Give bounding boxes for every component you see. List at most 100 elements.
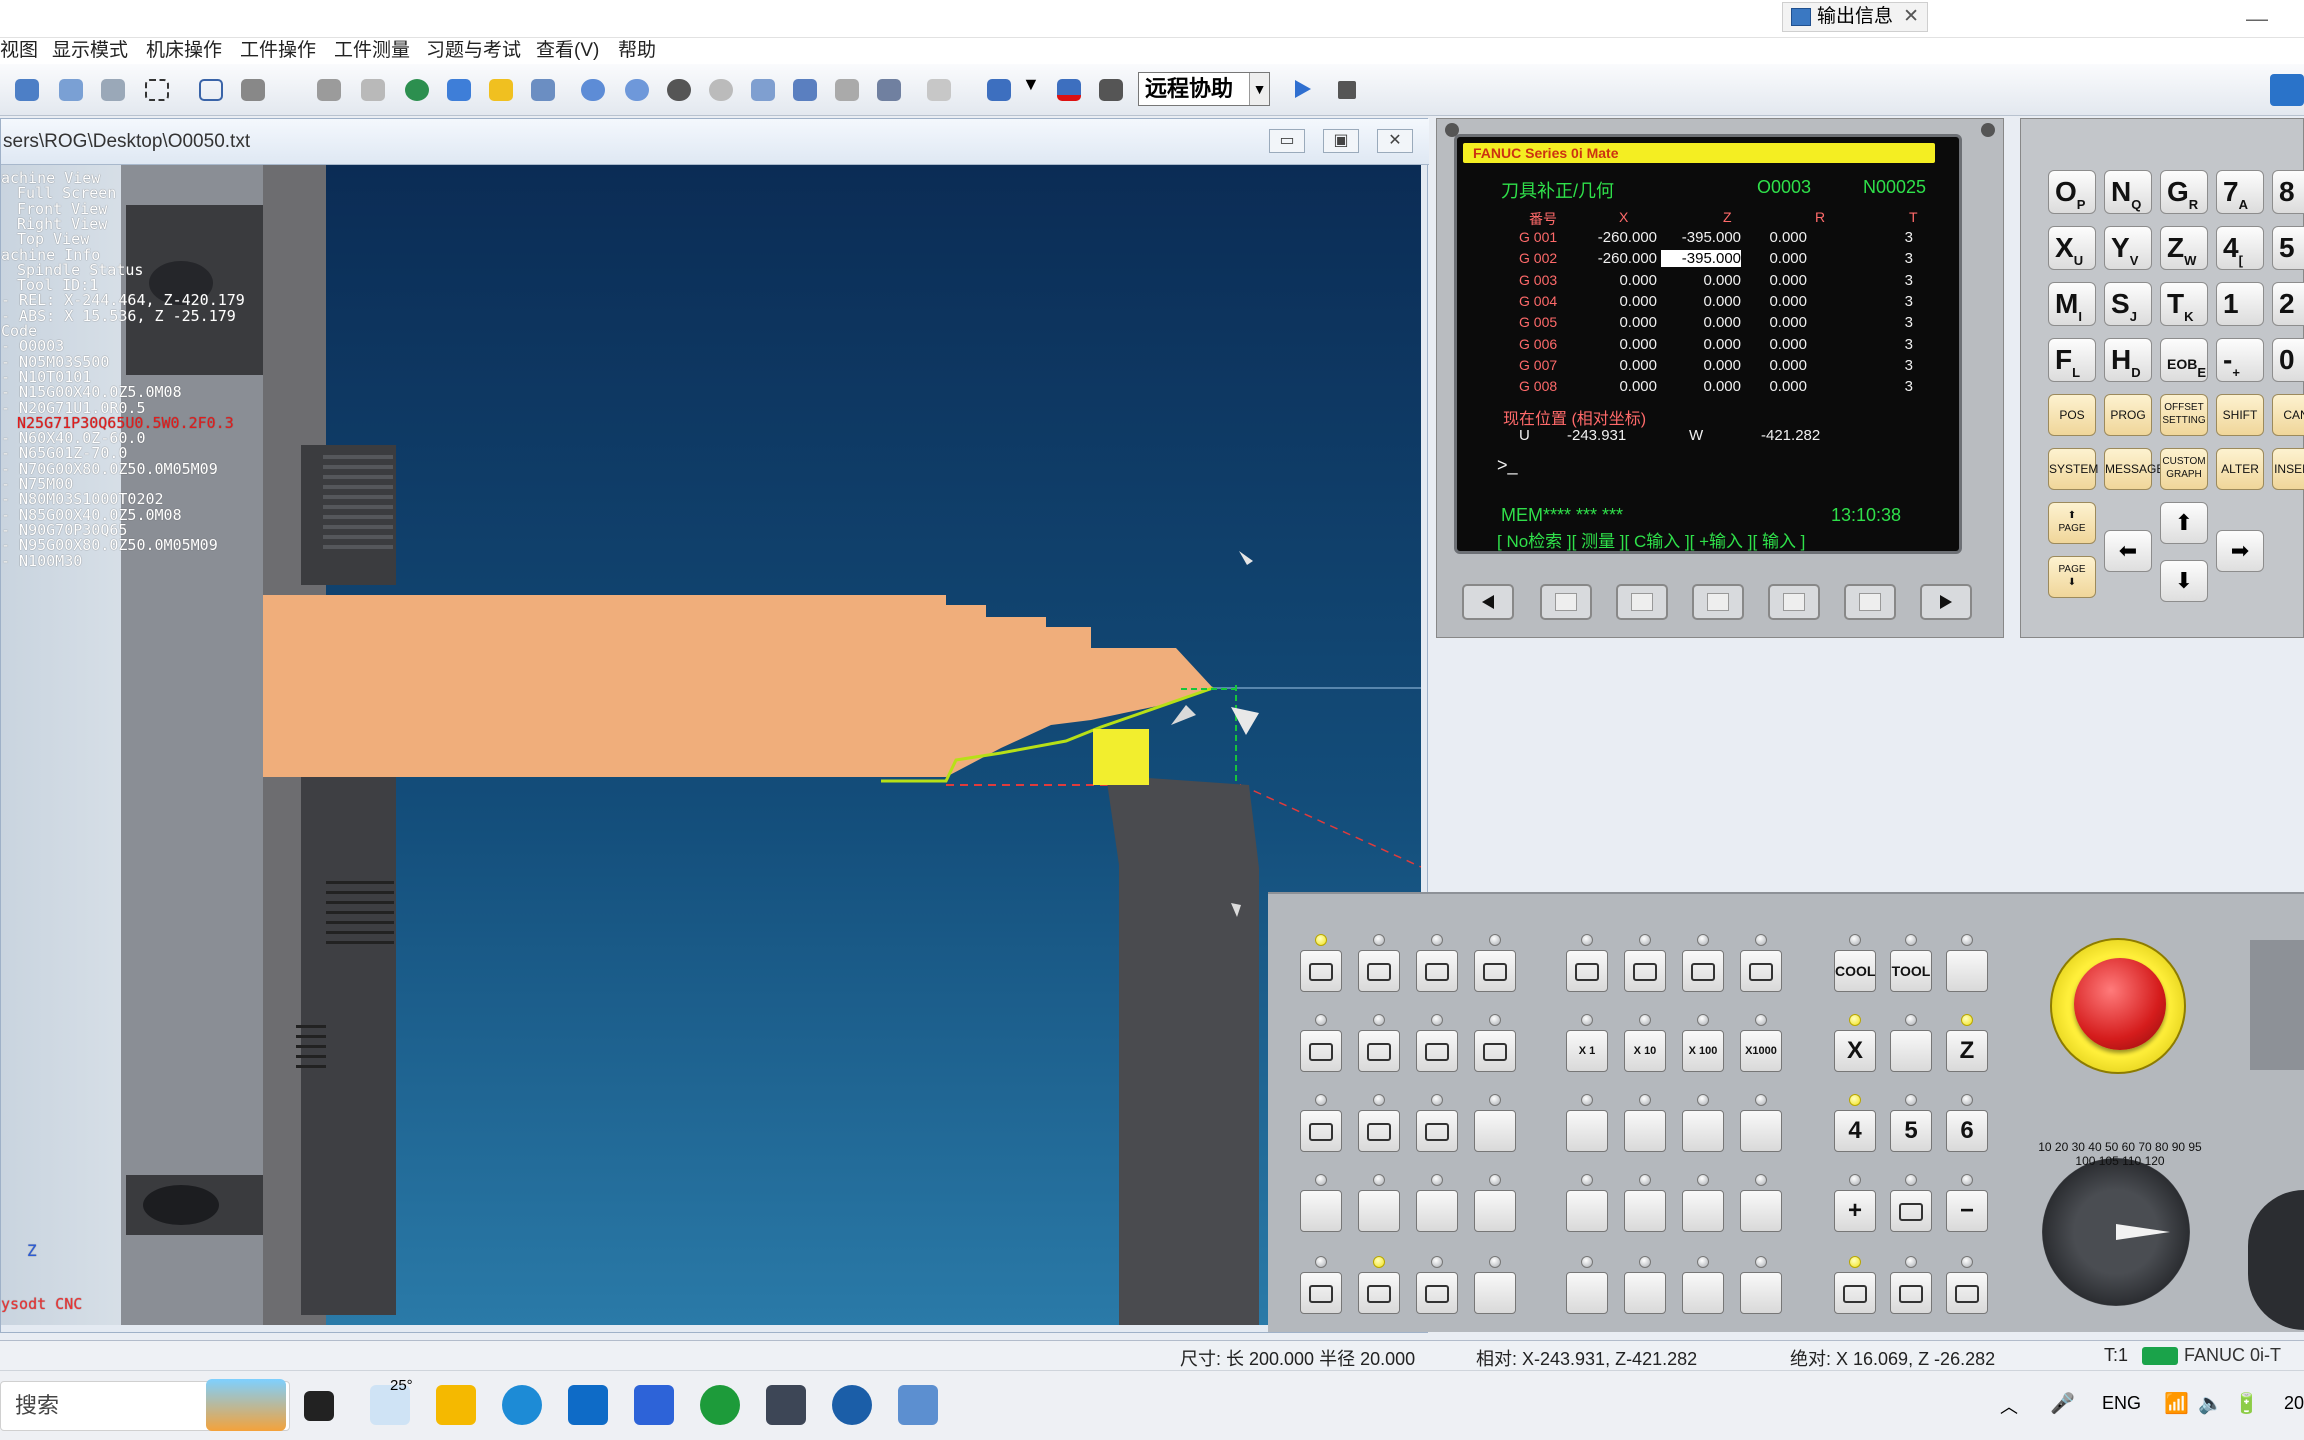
offset-cell[interactable]: -260.000 xyxy=(1577,250,1657,267)
softkey-left[interactable] xyxy=(1462,584,1514,620)
key-y[interactable]: YV xyxy=(2104,226,2152,270)
spray-icon[interactable] xyxy=(526,74,560,106)
key--[interactable]: -+ xyxy=(2216,338,2264,382)
cursor-right-key[interactable]: ➡ xyxy=(2216,530,2264,572)
mode-icon-button[interactable] xyxy=(1834,1272,1876,1314)
menu-view-v[interactable]: 查看(V) xyxy=(536,38,599,64)
axis-x-button[interactable]: X xyxy=(1834,1030,1876,1072)
offset-cell[interactable]: 0.000 xyxy=(1727,272,1807,289)
offset-cell[interactable]: 3 xyxy=(1833,250,1913,267)
menu-exercise[interactable]: 习题与考试 xyxy=(426,38,521,64)
key-1[interactable]: 1 xyxy=(2216,282,2264,326)
softkey-3[interactable] xyxy=(1692,584,1744,620)
xbox-icon[interactable] xyxy=(700,1385,740,1425)
fkey-insert[interactable]: INSERT xyxy=(2272,448,2304,490)
mode-icon-button[interactable] xyxy=(1416,1030,1458,1072)
wifi-icon[interactable]: 📶 xyxy=(2164,1391,2189,1416)
spiral-icon[interactable] xyxy=(400,74,434,106)
cursor-up-key[interactable]: ⬆ xyxy=(2160,502,2208,544)
offset-cell[interactable]: 3 xyxy=(1833,314,1913,331)
key-4[interactable]: 4[ xyxy=(2216,226,2264,270)
menu-view[interactable]: 视图 xyxy=(0,38,38,64)
blank-button[interactable] xyxy=(1682,1272,1724,1314)
broadcast-icon[interactable] xyxy=(982,74,1016,106)
record-icon[interactable] xyxy=(1052,74,1086,106)
offset-cell[interactable]: 0.000 xyxy=(1577,272,1657,289)
volume-icon[interactable]: 🔈 xyxy=(2198,1391,2223,1416)
blank-button[interactable] xyxy=(1566,1272,1608,1314)
blank-button[interactable] xyxy=(1416,1190,1458,1232)
mode-icon-button[interactable] xyxy=(1474,950,1516,992)
softkey-1[interactable] xyxy=(1540,584,1592,620)
mode-icon-button[interactable] xyxy=(1740,950,1782,992)
key-0[interactable]: 0 xyxy=(2272,338,2304,382)
pan-hand-icon[interactable] xyxy=(54,74,88,106)
app-corner-icon[interactable] xyxy=(2270,74,2304,106)
blank-button[interactable] xyxy=(1624,1110,1666,1152)
fkey-shift[interactable]: SHIFT xyxy=(2216,394,2264,436)
offset-cell[interactable]: 3 xyxy=(1833,357,1913,374)
menu-workpiece-ops[interactable]: 工件操作 xyxy=(240,38,316,64)
feed-override-dial[interactable] xyxy=(2042,1158,2190,1306)
file-explorer-icon[interactable] xyxy=(436,1385,476,1425)
fkey-system[interactable]: SYSTEM xyxy=(2048,448,2098,490)
chevron-up-icon[interactable]: ︿ xyxy=(2000,1393,2018,1419)
key-m[interactable]: MI xyxy=(2048,282,2096,326)
offset-cell[interactable]: 0.000 xyxy=(1727,378,1807,395)
page-down-key[interactable]: PAGE ⬇ xyxy=(2048,556,2096,598)
spindle-override-dial[interactable] xyxy=(2250,940,2304,1070)
stop-icon[interactable] xyxy=(1330,74,1364,106)
chevron-down-icon[interactable]: ▼ xyxy=(1022,74,1056,106)
axis-5-button[interactable]: 5 xyxy=(1890,1110,1932,1152)
store-icon[interactable] xyxy=(568,1385,608,1425)
battery-icon[interactable]: 🔋 xyxy=(2234,1391,2259,1416)
machine-3d-view[interactable]: achine View Full Screen Front View Right Vi… xyxy=(1,165,1421,1325)
key-n[interactable]: NQ xyxy=(2104,170,2152,214)
fkey-prog[interactable]: PROG xyxy=(2104,394,2152,436)
mode-icon-button[interactable] xyxy=(1358,1272,1400,1314)
key-o[interactable]: OP xyxy=(2048,170,2096,214)
part-icon-3[interactable] xyxy=(662,74,696,106)
jog-plus-button[interactable]: + xyxy=(1834,1190,1876,1232)
caliper-icon[interactable] xyxy=(788,74,822,106)
menu-help[interactable]: 帮助 xyxy=(618,38,656,64)
cursor-down-key[interactable]: ⬇ xyxy=(2160,560,2208,602)
star-icon[interactable] xyxy=(484,74,518,106)
blank-button[interactable] xyxy=(1566,1110,1608,1152)
softkey-5[interactable] xyxy=(1844,584,1896,620)
mode-icon-button[interactable] xyxy=(1358,1030,1400,1072)
offset-cell[interactable]: 0.000 xyxy=(1577,378,1657,395)
mode-icon-button[interactable] xyxy=(1566,950,1608,992)
blank-button[interactable] xyxy=(1740,1110,1782,1152)
offset-cell[interactable]: 0.000 xyxy=(1577,357,1657,374)
fkey-pos[interactable]: POS xyxy=(2048,394,2096,436)
fixture-icon[interactable] xyxy=(746,74,780,106)
chevron-down-icon[interactable]: ▼ xyxy=(1249,73,1269,105)
maple-icon[interactable] xyxy=(634,1385,674,1425)
mode-icon-button[interactable] xyxy=(1682,950,1724,992)
offset-cell[interactable]: 3 xyxy=(1833,272,1913,289)
blank-button[interactable] xyxy=(1740,1272,1782,1314)
language-indicator[interactable]: ENG xyxy=(2102,1393,2141,1414)
axis-6-button[interactable]: 6 xyxy=(1946,1110,1988,1152)
close-button[interactable]: ✕ xyxy=(1377,129,1413,153)
blank-button[interactable] xyxy=(1890,1030,1932,1072)
fkey-can[interactable]: CAN xyxy=(2272,394,2304,436)
key-s[interactable]: SJ xyxy=(2104,282,2152,326)
remote-assist-select[interactable]: 远程协助 ▼ xyxy=(1138,72,1270,106)
offset-cell[interactable]: 0.000 xyxy=(1727,293,1807,310)
fkey-offset-setting[interactable]: OFFSET SETTING xyxy=(2160,394,2208,436)
blank-button[interactable] xyxy=(1300,1190,1342,1232)
step-x1000-button[interactable]: X1000 xyxy=(1740,1030,1782,1072)
zoom-icon[interactable] xyxy=(10,74,44,106)
solid-icon[interactable] xyxy=(236,74,270,106)
blank-button[interactable] xyxy=(1624,1190,1666,1232)
key-8[interactable]: 8 xyxy=(2272,170,2304,214)
play-icon[interactable] xyxy=(1286,74,1320,106)
offset-cell[interactable]: -260.000 xyxy=(1577,229,1657,246)
select-box-icon[interactable] xyxy=(140,74,174,106)
object-tree[interactable]: achine View Full Screen Front View Right Vi… xyxy=(1,165,263,1325)
menu-measure[interactable]: 工件测量 xyxy=(334,38,410,64)
part-icon-4[interactable] xyxy=(704,74,738,106)
key-x[interactable]: XU xyxy=(2048,226,2096,270)
